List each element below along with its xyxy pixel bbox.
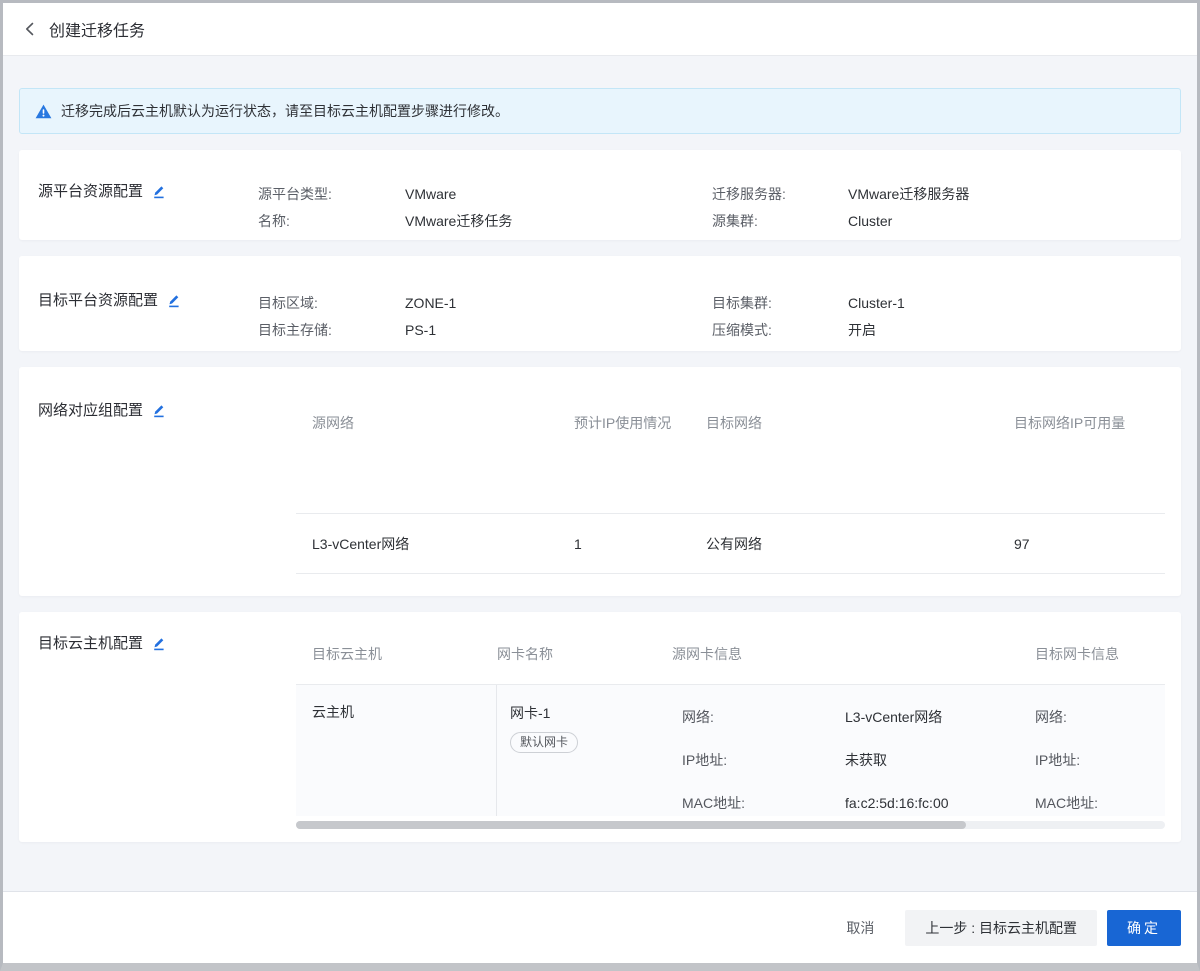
field-label: 目标集群: xyxy=(712,293,848,313)
section-network-mapping: 网络对应组配置 源网络 预计IP使用情况 目标网络 目标网络IP可用量 L3-v… xyxy=(19,367,1181,596)
nic-info-line: 网络: L3-vCenter网络 xyxy=(682,707,1035,727)
section-title: 目标平台资源配置 xyxy=(38,289,158,310)
field: 目标区域: ZONE-1 xyxy=(258,289,712,316)
nic-info-label: 网络: xyxy=(682,707,845,727)
column-header: 网卡名称 xyxy=(497,644,672,664)
field-label: 目标区域: xyxy=(258,293,405,313)
field-value: VMware迁移服务器 xyxy=(848,184,969,204)
available-ip-cell: 97 xyxy=(1014,536,1165,552)
nic-info-line: 网络: xyxy=(1035,707,1165,727)
field: 压缩模式: 开启 xyxy=(712,316,1165,343)
nic-info-label: 网络: xyxy=(1035,707,1165,727)
section-title: 源平台资源配置 xyxy=(38,180,143,201)
default-nic-badge: 默认网卡 xyxy=(510,732,578,753)
column-header: 目标网络 xyxy=(706,393,1014,453)
network-mapping-table: 源网络 预计IP使用情况 目标网络 目标网络IP可用量 L3-vCenter网络… xyxy=(296,367,1165,596)
field-value: VMware迁移任务 xyxy=(405,211,512,231)
page-header: 创建迁移任务 xyxy=(3,3,1197,56)
previous-step-button[interactable]: 上一步 : 目标云主机配置 xyxy=(905,910,1097,946)
nic-info-line: MAC地址: fa:c2:5d:16:fc:00 xyxy=(682,793,1035,813)
confirm-button[interactable]: 确定 xyxy=(1107,910,1181,946)
column-header: 预计IP使用情况 xyxy=(574,393,706,453)
field-value: 开启 xyxy=(848,320,876,340)
nic-info-label: IP地址: xyxy=(1035,750,1165,770)
field-value: VMware xyxy=(405,186,456,202)
target-platform-fields: 目标区域: ZONE-1 目标主存储: PS-1 目标集群: Cluster-1… xyxy=(258,289,1165,351)
edit-target-vm-button[interactable] xyxy=(151,635,165,651)
field: 目标集群: Cluster-1 xyxy=(712,289,1165,316)
table-header-row: 源网络 预计IP使用情况 目标网络 目标网络IP可用量 xyxy=(296,367,1165,514)
field-label: 压缩模式: xyxy=(712,320,848,340)
source-network-cell: L3-vCenter网络 xyxy=(296,534,574,554)
nic-table-scroll-viewport: 云主机 网卡-1 默认网卡 网络: L3-vCenter网络 IP地址: xyxy=(296,685,1165,816)
nic-info-line: MAC地址: xyxy=(1035,793,1165,813)
chevron-left-icon xyxy=(25,22,34,36)
nic-info-line: IP地址: xyxy=(1035,750,1165,770)
source-nic-info-cell: 网络: L3-vCenter网络 IP地址: 未获取 MAC地址: fa:c2:… xyxy=(682,685,1035,816)
nic-info-label: MAC地址: xyxy=(682,793,845,813)
source-platform-fields: 源平台类型: VMware 名称: VMware迁移任务 迁移服务器: VMwa… xyxy=(258,180,1165,240)
nic-info-line: IP地址: 未获取 xyxy=(682,750,1035,770)
field: 源平台类型: VMware xyxy=(258,180,712,207)
edit-pencil-icon xyxy=(151,402,165,418)
edit-pencil-icon xyxy=(151,635,165,651)
nic-info-label: MAC地址: xyxy=(1035,793,1165,813)
edit-source-platform-button[interactable] xyxy=(151,183,165,199)
column-header: 目标网卡信息 xyxy=(1035,644,1165,664)
table-header-row: 目标云主机 网卡名称 源网卡信息 目标网卡信息 xyxy=(296,612,1165,685)
column-header: 目标网络IP可用量 xyxy=(1014,393,1165,453)
page-title: 创建迁移任务 xyxy=(49,17,145,41)
nic-name: 网卡-1 xyxy=(510,703,682,723)
back-button[interactable] xyxy=(19,19,39,39)
table-row: 云主机 网卡-1 默认网卡 网络: L3-vCenter网络 IP地址: xyxy=(296,685,1165,816)
section-target-platform: 目标平台资源配置 目标区域: ZONE-1 目标主存储: PS-1 xyxy=(19,256,1181,351)
field-label: 迁移服务器: xyxy=(712,184,848,204)
field-value: Cluster xyxy=(848,213,892,229)
nic-info-label: IP地址: xyxy=(682,750,845,770)
nic-info-value: 未获取 xyxy=(845,750,887,770)
field-label: 源平台类型: xyxy=(258,184,405,204)
nic-info-value: fa:c2:5d:16:fc:00 xyxy=(845,793,949,813)
field-value: ZONE-1 xyxy=(405,295,456,311)
column-header: 源网卡信息 xyxy=(672,644,1035,664)
section-title: 目标云主机配置 xyxy=(38,632,143,653)
vm-name-cell: 云主机 xyxy=(296,685,497,816)
edit-target-platform-button[interactable] xyxy=(166,292,180,308)
content-area: 迁移完成后云主机默认为运行状态，请至目标云主机配置步骤进行修改。 源平台资源配置… xyxy=(3,56,1197,891)
create-migration-task-window: 创建迁移任务 迁移完成后云主机默认为运行状态，请至目标云主机配置步骤进行修改。 … xyxy=(0,0,1200,971)
field: 名称: VMware迁移任务 xyxy=(258,207,712,234)
column-header: 源网络 xyxy=(296,393,574,453)
section-title: 网络对应组配置 xyxy=(38,399,143,420)
field-label: 源集群: xyxy=(712,211,848,231)
field: 目标主存储: PS-1 xyxy=(258,316,712,343)
edit-pencil-icon xyxy=(166,292,180,308)
field-value: Cluster-1 xyxy=(848,295,905,311)
nic-name-cell: 网卡-1 默认网卡 xyxy=(497,685,682,816)
edit-network-mapping-button[interactable] xyxy=(151,402,165,418)
alert-text: 迁移完成后云主机默认为运行状态，请至目标云主机配置步骤进行修改。 xyxy=(61,101,509,121)
field: 源集群: Cluster xyxy=(712,207,1165,234)
nic-info-value: L3-vCenter网络 xyxy=(845,707,942,727)
field-value: PS-1 xyxy=(405,322,436,338)
estimated-ip-usage-cell: 1 xyxy=(574,536,706,552)
edit-pencil-icon xyxy=(151,183,165,199)
footer-action-bar: 取消 上一步 : 目标云主机配置 确定 xyxy=(3,891,1197,963)
field: 迁移服务器: VMware迁移服务器 xyxy=(712,180,1165,207)
section-target-vm: 目标云主机配置 目标云主机 网卡名称 源网卡信息 目标网卡信息 xyxy=(19,612,1181,842)
cancel-button[interactable]: 取消 xyxy=(846,918,874,938)
warning-triangle-icon xyxy=(35,104,52,119)
horizontal-scrollbar-track xyxy=(296,821,1165,829)
field-label: 名称: xyxy=(258,211,405,231)
target-network-cell: 公有网络 xyxy=(706,534,1014,554)
target-nic-info-cell: 网络: IP地址: MAC地址: xyxy=(1035,685,1165,816)
section-source-platform: 源平台资源配置 源平台类型: VMware 名称: VMware迁移任务 xyxy=(19,150,1181,240)
info-alert: 迁移完成后云主机默认为运行状态，请至目标云主机配置步骤进行修改。 xyxy=(19,88,1181,134)
column-header: 目标云主机 xyxy=(296,644,497,664)
target-vm-table: 目标云主机 网卡名称 源网卡信息 目标网卡信息 云主机 网卡-1 默认网卡 xyxy=(296,612,1165,842)
table-row: L3-vCenter网络 1 公有网络 97 xyxy=(296,514,1165,574)
horizontal-scrollbar-thumb[interactable] xyxy=(296,821,966,829)
field-label: 目标主存储: xyxy=(258,320,405,340)
